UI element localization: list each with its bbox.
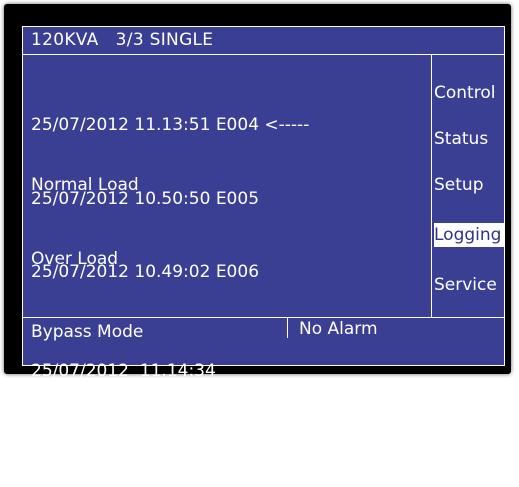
lcd-screen: 120KVA 3/3 SINGLE 25/07/2012 11.13:51 E0… xyxy=(22,26,505,444)
side-menu: Control Status Setup Logging Service xyxy=(431,55,504,317)
status-mode: Normal Mode xyxy=(31,424,145,444)
status-bar: 25/07/2012 11.14:34 Normal Mode No Alarm xyxy=(23,317,504,444)
menu-item-logging[interactable]: Logging xyxy=(434,223,504,247)
menu-item-service[interactable]: Service xyxy=(434,273,504,297)
event-log: 25/07/2012 11.13:51 E004 <----- Normal L… xyxy=(23,55,431,342)
log-entry-timestamp: 25/07/2012 11.13:51 E004 <----- xyxy=(31,115,310,135)
status-datetime: 25/07/2012 11.14:34 xyxy=(31,361,216,381)
device-bezel: 120KVA 3/3 SINGLE 25/07/2012 11.13:51 E0… xyxy=(4,4,511,444)
device-model-title: 120KVA 3/3 SINGLE xyxy=(31,30,214,50)
status-divider xyxy=(287,318,288,338)
menu-item-setup[interactable]: Setup xyxy=(434,173,504,197)
menu-item-control[interactable]: Control xyxy=(434,81,504,105)
title-bar: 120KVA 3/3 SINGLE xyxy=(23,27,504,55)
log-entry-timestamp: 25/07/2012 10.50:50 E005 xyxy=(31,189,260,209)
status-datetime-mode: 25/07/2012 11.14:34 Normal Mode xyxy=(31,319,216,487)
alarm-status: No Alarm xyxy=(299,319,378,339)
menu-item-status[interactable]: Status xyxy=(434,127,504,151)
log-entry-timestamp: 25/07/2012 10.49:02 E006 xyxy=(31,262,260,282)
